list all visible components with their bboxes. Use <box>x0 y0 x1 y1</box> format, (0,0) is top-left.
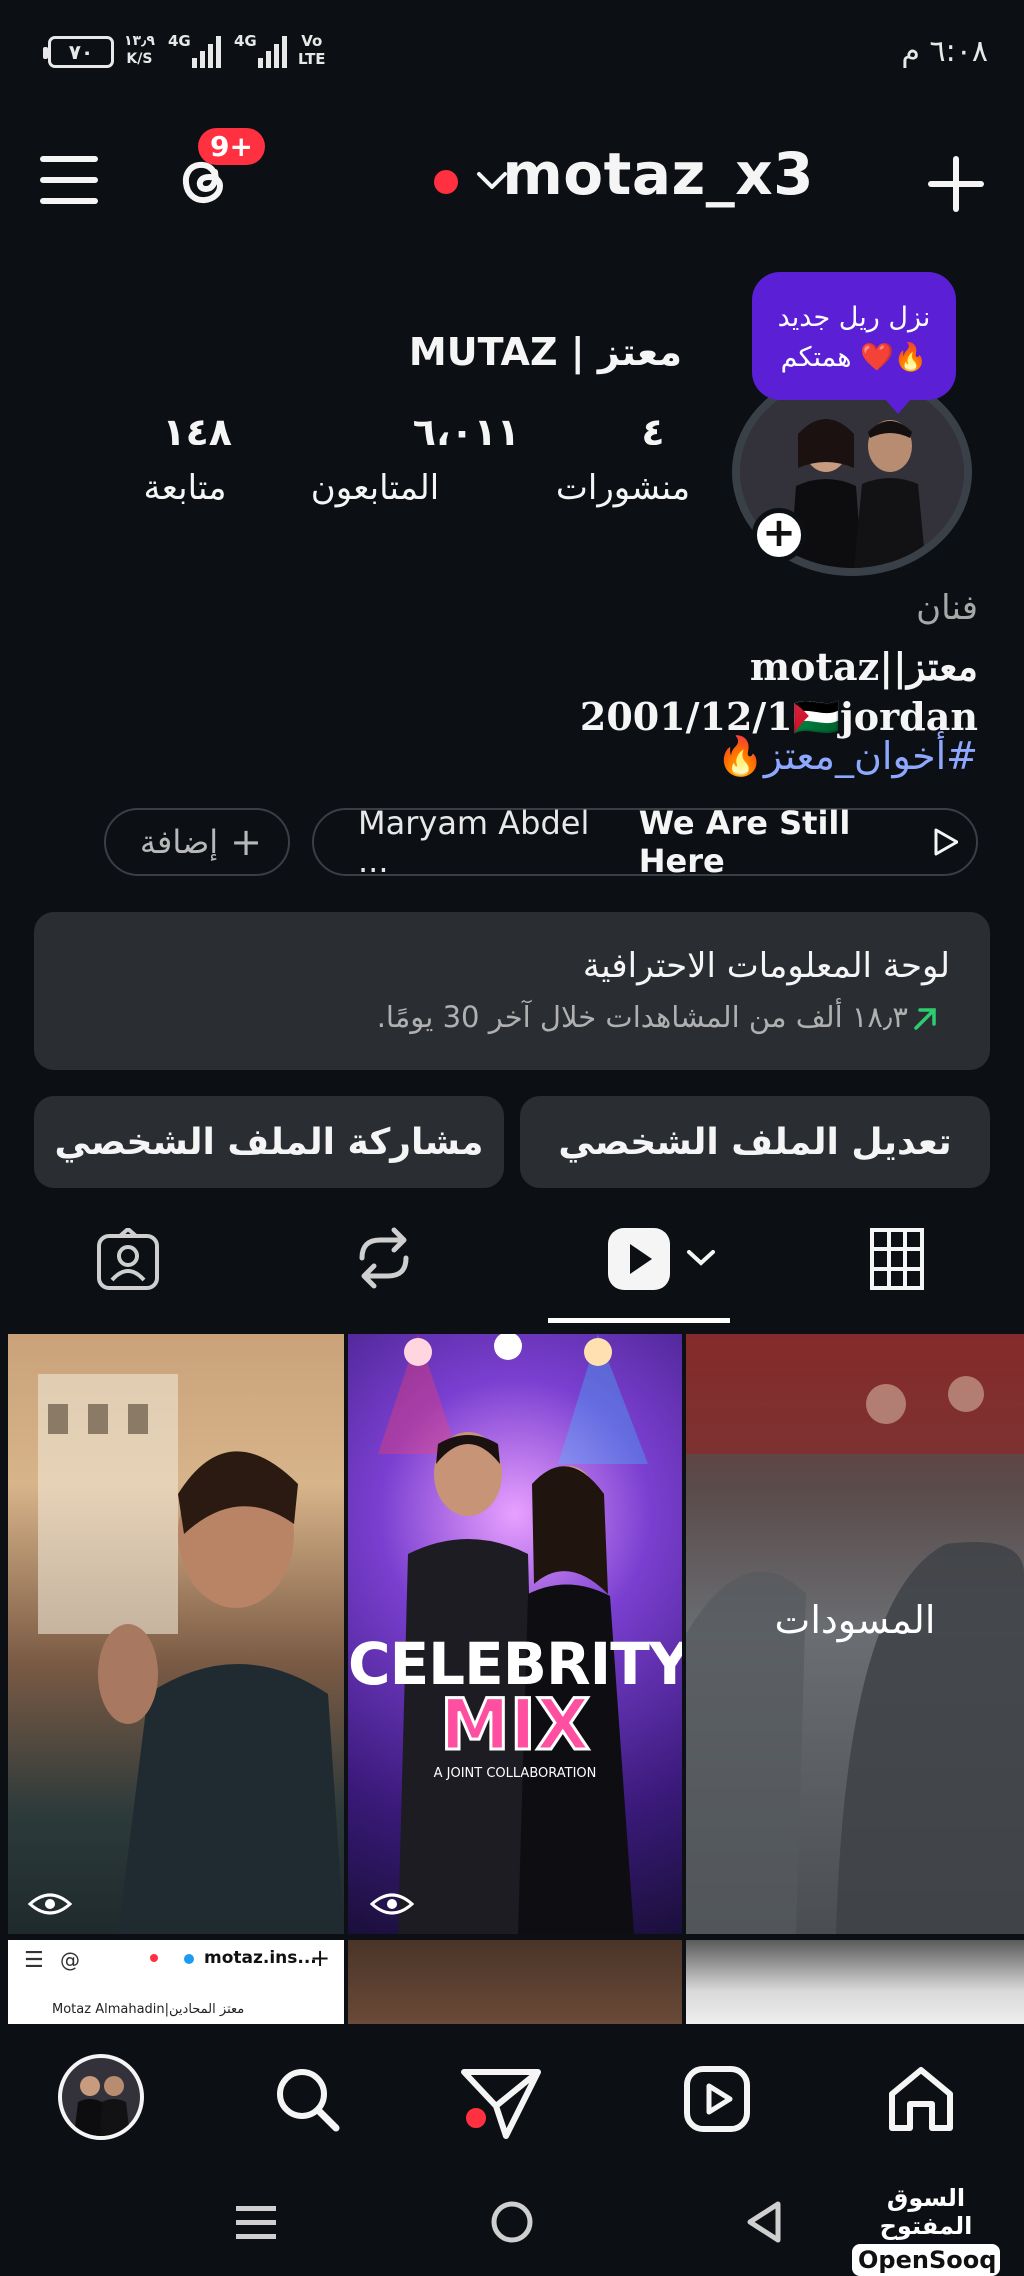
followers-count[interactable]: ٦،٠١١ <box>300 410 520 454</box>
bio-hashtag[interactable]: #أخوان_معتز🔥 <box>717 734 978 779</box>
nav-profile-avatar[interactable] <box>58 2054 144 2140</box>
small-verified-icon <box>184 1954 194 1964</box>
note-bubble[interactable]: نزل ريل جديد همتكم ❤️🔥 <box>752 272 956 414</box>
reel-tile-1[interactable] <box>8 1334 344 1934</box>
reels-nav-icon[interactable] <box>684 2066 750 2132</box>
home-icon[interactable] <box>886 2064 956 2134</box>
clock: ٦:٠٨ م <box>901 34 988 69</box>
followers-label[interactable]: المتابعون <box>300 468 450 508</box>
username[interactable]: motaz_x3 <box>502 140 814 208</box>
back-button-icon[interactable] <box>744 2200 784 2244</box>
dashboard-title: لوحة المعلومات الاحترافية <box>582 946 950 986</box>
tab-reels-icon[interactable] <box>606 1226 672 1292</box>
edit-profile-button[interactable]: تعديل الملف الشخصي <box>520 1096 990 1188</box>
system-navigation-bar: السوق المفتوح OpenSooq <box>0 2164 1024 2276</box>
plus-icon: + <box>230 820 262 864</box>
tab-tagged-icon[interactable] <box>96 1228 160 1292</box>
hamburger-menu-icon[interactable] <box>40 154 98 206</box>
small-menu-icon: ☰ <box>24 1948 44 1973</box>
following-count[interactable]: ١٤٨ <box>130 410 270 454</box>
trend-up-arrow-icon <box>914 1008 936 1030</box>
music-pill[interactable]: Maryam Abdel ... We Are Still Here <box>312 804 978 880</box>
profile-category: فنان <box>916 588 978 628</box>
signal-bars-icon <box>192 36 221 68</box>
small-tile-name: Motaz Almahadin|معتز المحادين <box>52 2002 245 2017</box>
network-speed: ١٣٫٩ K/S <box>124 33 155 67</box>
celebrity-mix: MIX <box>439 1683 592 1768</box>
home-button-icon[interactable] <box>490 2200 534 2244</box>
active-tab-indicator <box>548 1318 730 1323</box>
professional-dashboard-card[interactable]: لوحة المعلومات الاحترافية ١٨٫٣ ألف من ال… <box>34 912 990 1070</box>
celebrity-subtitle: A JOINT COLLABORATION <box>433 1766 597 1781</box>
reel-tile-5[interactable] <box>348 1940 682 2024</box>
chevron-down-icon[interactable] <box>686 1248 716 1268</box>
volte-indicator: Vo LTE <box>298 32 326 68</box>
create-plus-icon[interactable] <box>926 154 986 214</box>
status-bar: ٧٠ ١٣٫٩ K/S 4G 4G Vo LTE ٦:٠٨ م <box>0 30 1024 80</box>
search-icon[interactable] <box>272 2064 342 2134</box>
bottom-navigation <box>0 2024 1024 2164</box>
reel-views-icon <box>28 1893 72 1915</box>
small-live-dot <box>150 1954 158 1962</box>
battery-indicator: ٧٠ <box>43 36 114 68</box>
signal-2: 4G <box>234 32 257 50</box>
reel-tile-4[interactable]: ☰ @ motaz.ins... + Motaz Almahadin|معتز … <box>8 1940 344 2024</box>
small-tile-username: motaz.ins... <box>204 1948 317 1968</box>
music-artist: Maryam Abdel ... <box>358 804 590 880</box>
reel-tile-6[interactable] <box>686 1940 1024 2024</box>
direct-messages-icon[interactable] <box>458 2066 542 2142</box>
bio-line-1: motaz||معتز <box>749 644 978 689</box>
reel-views-icon <box>370 1893 414 1915</box>
posts-count[interactable]: ٤ <box>578 410 728 454</box>
notification-badge: 9+ <box>198 128 265 165</box>
tab-reposts-icon[interactable] <box>354 1224 414 1292</box>
dashboard-subtitle: ١٨٫٣ ألف من المشاهدات خلال آخر 30 يومًا. <box>376 1000 908 1034</box>
recent-apps-icon[interactable] <box>236 2202 276 2242</box>
display-name: MUTAZ | معتز <box>408 330 682 374</box>
signal-bars-icon <box>258 36 287 68</box>
add-story-button[interactable]: + <box>752 508 806 562</box>
add-highlight-button[interactable]: + إضافة <box>104 808 290 876</box>
opensooq-watermark: السوق المفتوح OpenSooq <box>852 2184 1000 2276</box>
signal-1: 4G <box>168 32 191 50</box>
play-outline-icon <box>934 828 958 856</box>
small-plus-icon: + <box>310 1944 331 1972</box>
following-label[interactable]: متابعة <box>120 468 250 508</box>
tab-grid-icon[interactable] <box>870 1228 924 1290</box>
posts-label[interactable]: منشورات <box>518 468 728 508</box>
share-profile-button[interactable]: مشاركة الملف الشخصي <box>34 1096 504 1188</box>
music-title: We Are Still Here <box>638 804 851 880</box>
live-dot <box>434 170 458 194</box>
reel-tile-2[interactable]: CELEBRITY MIX A JOINT COLLABORATION <box>348 1334 682 1934</box>
drafts-tile[interactable]: المسودات <box>686 1334 1024 1934</box>
small-threads-icon: @ <box>60 1948 80 1972</box>
drafts-label: المسودات <box>774 1598 936 1642</box>
